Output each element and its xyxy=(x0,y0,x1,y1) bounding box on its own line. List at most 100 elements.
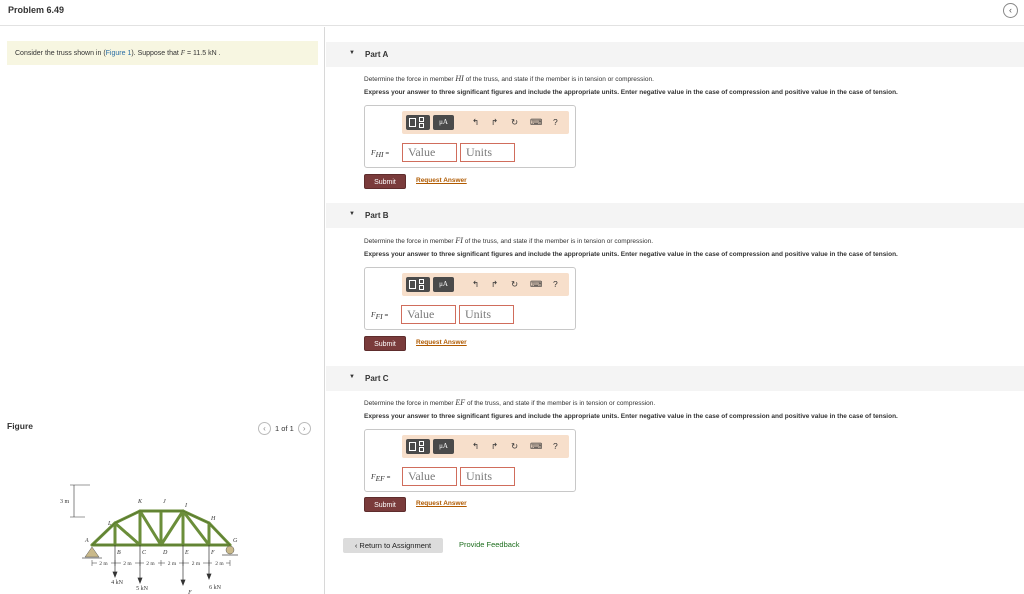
load-label-5kn: 5 kN xyxy=(136,586,149,592)
part-b-units-input[interactable] xyxy=(459,305,514,324)
intro-middle: ). Suppose that xyxy=(131,50,181,57)
figure-next-button[interactable]: › xyxy=(297,421,311,435)
part-b-title: Part B xyxy=(365,211,389,220)
load-label-6kn: 6 kN xyxy=(209,585,222,591)
help-icon[interactable]: ? xyxy=(553,115,558,130)
units-symbol-button[interactable]: μA xyxy=(433,439,454,454)
problem-intro: Consider the truss shown in (Figure 1). … xyxy=(7,41,318,65)
part-b-question: Determine the force in member FI of the … xyxy=(364,236,653,245)
part-a-answer-box: μA ↰ ↱ ↻ ⌨ ? FHI = xyxy=(364,105,576,168)
undo-icon[interactable]: ↰ xyxy=(472,277,479,292)
node-label-f: F xyxy=(210,550,215,556)
truss-diagram: 3 m A B C D E F G H I J K L 2 m 2 m 2 m … xyxy=(60,484,238,594)
node-label-b: B xyxy=(117,550,121,556)
part-b-header[interactable]: ▼ Part B xyxy=(326,203,1024,228)
part-c-question-suffix: of the truss, and state if the member is… xyxy=(465,400,656,407)
help-icon[interactable]: ? xyxy=(553,439,558,454)
part-c-value-input[interactable] xyxy=(402,467,457,486)
part-c-units-input[interactable] xyxy=(460,467,515,486)
units-symbol-button[interactable]: μA xyxy=(433,277,454,292)
part-c-question: Determine the force in member EF of the … xyxy=(364,398,655,407)
member-LC xyxy=(113,521,142,547)
provide-feedback-link[interactable]: Provide Feedback xyxy=(459,540,519,549)
part-c-instruction: Express your answer to three significant… xyxy=(364,413,898,420)
node-label-h: H xyxy=(210,516,216,522)
figure-prev-button[interactable]: ‹ xyxy=(258,421,271,435)
part-b-answer-label: FFI = xyxy=(371,310,389,322)
spacing-label-5: 2 m xyxy=(192,561,201,567)
templates-icon[interactable] xyxy=(406,277,430,292)
left-pane: Consider the truss shown in (Figure 1). … xyxy=(0,27,325,594)
part-a-units-input[interactable] xyxy=(460,143,515,162)
figure-page-count: 1 of 1 xyxy=(275,423,294,433)
part-c-answer-label: FEF = xyxy=(371,472,391,484)
part-a-request-answer-link[interactable]: Request Answer xyxy=(416,177,467,184)
part-b-request-answer-link[interactable]: Request Answer xyxy=(416,339,467,346)
redo-icon[interactable]: ↱ xyxy=(491,277,498,292)
figure-link[interactable]: Figure 1 xyxy=(106,50,132,57)
part-a-instruction: Express your answer to three significant… xyxy=(364,89,898,96)
keyboard-icon[interactable]: ⌨ xyxy=(530,115,542,130)
part-a-value-input[interactable] xyxy=(402,143,457,162)
spacing-labels: 2 m 2 m 2 m 2 m 2 m 2 m xyxy=(97,560,226,567)
spacing-label-6: 2 m xyxy=(215,561,224,567)
spacing-label-3: 2 m xyxy=(146,561,155,567)
intro-value: = 11.5 kN . xyxy=(185,50,221,57)
collapse-panel-button[interactable]: ‹ xyxy=(1003,3,1018,18)
spacing-label-4: 2 m xyxy=(168,561,177,567)
node-label-j: J xyxy=(163,499,166,505)
top-bar: Problem 6.49 ‹ xyxy=(0,0,1024,26)
part-a-math-toolbar: μA ↰ ↱ ↻ ⌨ ? xyxy=(402,111,569,134)
part-c-member: EF xyxy=(455,398,466,407)
node-label-i: I xyxy=(184,503,188,509)
reset-icon[interactable]: ↻ xyxy=(511,115,518,130)
part-a-collapse-icon[interactable]: ▼ xyxy=(349,50,355,56)
intro-prefix: Consider the truss shown in ( xyxy=(15,50,106,57)
node-label-c: C xyxy=(142,550,147,556)
redo-icon[interactable]: ↱ xyxy=(491,115,498,130)
part-a-member: HI xyxy=(455,74,464,83)
part-a-header[interactable]: ▼ Part A xyxy=(326,42,1024,67)
part-a-title: Part A xyxy=(365,50,389,59)
member-KD xyxy=(138,509,163,547)
part-b-submit-button[interactable]: Submit xyxy=(364,336,406,351)
part-c-request-answer-link[interactable]: Request Answer xyxy=(416,500,467,507)
figure-pager: ‹ 1 of 1 › xyxy=(258,421,311,435)
redo-icon[interactable]: ↱ xyxy=(491,439,498,454)
part-c-collapse-icon[interactable]: ▼ xyxy=(349,374,355,380)
part-a-question-suffix: of the truss, and state if the member is… xyxy=(463,76,654,83)
problem-title: Problem 6.49 xyxy=(8,5,65,15)
keyboard-icon[interactable]: ⌨ xyxy=(530,277,542,292)
part-b-instruction: Express your answer to three significant… xyxy=(364,251,898,258)
return-to-assignment-button[interactable]: ‹ Return to Assignment xyxy=(343,538,443,553)
help-icon[interactable]: ? xyxy=(553,277,558,292)
pin-support-icon xyxy=(84,546,100,558)
node-label-d: D xyxy=(162,550,168,556)
part-c-header[interactable]: ▼ Part C xyxy=(326,366,1024,391)
part-b-collapse-icon[interactable]: ▼ xyxy=(349,211,355,217)
keyboard-icon[interactable]: ⌨ xyxy=(530,439,542,454)
part-c-title: Part C xyxy=(365,374,389,383)
part-b-question-prefix: Determine the force in member xyxy=(364,238,456,245)
node-label-g: G xyxy=(233,538,238,544)
part-b-member: FI xyxy=(455,236,463,245)
templates-icon[interactable] xyxy=(406,115,430,130)
part-b-value-input[interactable] xyxy=(401,305,456,324)
load-label-f: F xyxy=(187,590,192,594)
part-c-question-prefix: Determine the force in member xyxy=(364,400,456,407)
reset-icon[interactable]: ↻ xyxy=(511,439,518,454)
load-labels: 4 kN 5 kN F 6 kN xyxy=(111,580,222,594)
part-c-answer-box: μA ↰ ↱ ↻ ⌨ ? FEF = xyxy=(364,429,576,492)
templates-icon[interactable] xyxy=(406,439,430,454)
truss-members xyxy=(90,509,232,547)
load-label-4kn: 4 kN xyxy=(111,580,124,586)
undo-icon[interactable]: ↰ xyxy=(472,115,479,130)
part-a-submit-button[interactable]: Submit xyxy=(364,174,406,189)
reset-icon[interactable]: ↻ xyxy=(511,277,518,292)
node-label-a: A xyxy=(84,538,89,544)
part-c-submit-button[interactable]: Submit xyxy=(364,497,406,512)
undo-icon[interactable]: ↰ xyxy=(472,439,479,454)
node-label-k: K xyxy=(137,499,143,505)
units-symbol-button[interactable]: μA xyxy=(433,115,454,130)
part-b-math-toolbar: μA ↰ ↱ ↻ ⌨ ? xyxy=(402,273,569,296)
